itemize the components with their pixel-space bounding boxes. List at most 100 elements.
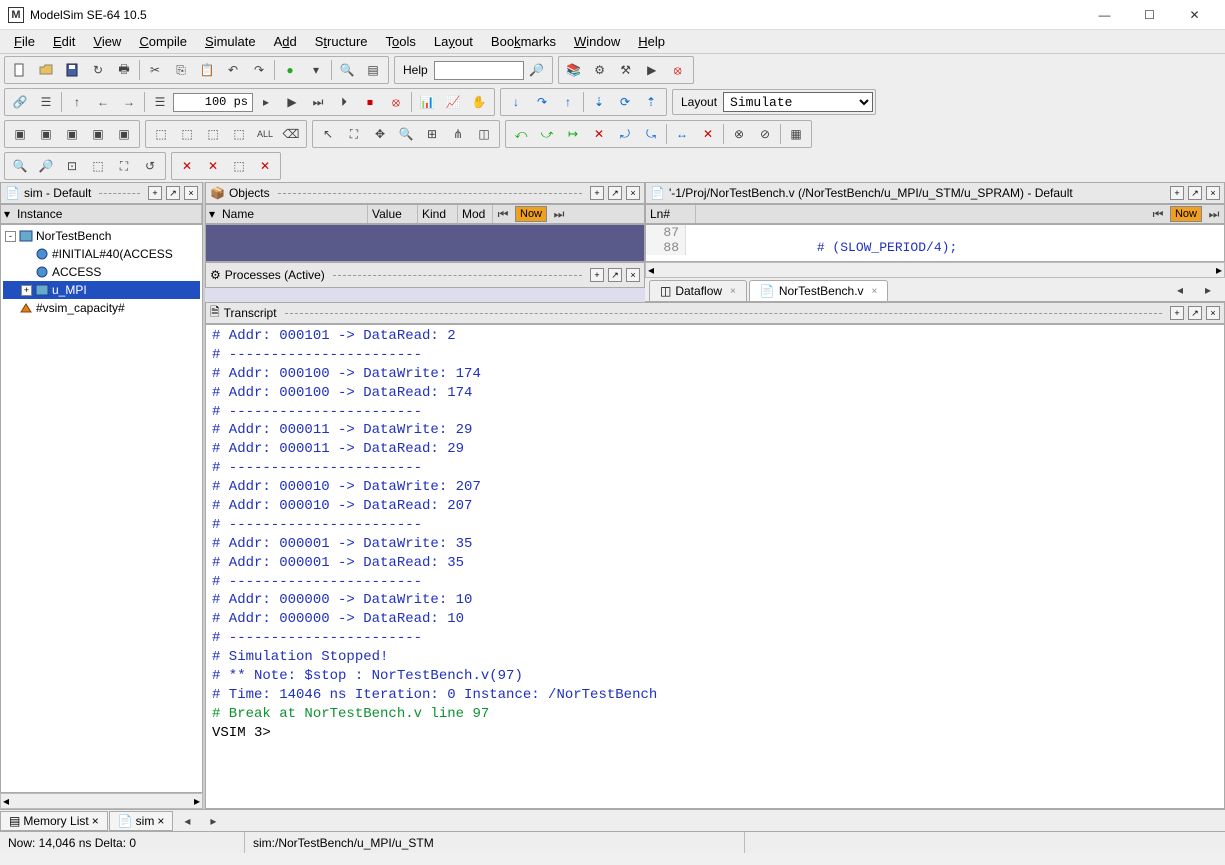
source-hscroll[interactable]: ◂▸ xyxy=(645,262,1225,278)
find-button[interactable]: 🔍 xyxy=(335,59,359,81)
menu-help[interactable]: Help xyxy=(630,32,673,51)
transcript-undock-button[interactable]: ↗ xyxy=(1188,306,1202,320)
tabs-scroll-right[interactable]: ▸ xyxy=(1196,279,1220,301)
step-over2-button[interactable]: ⟳ xyxy=(613,91,637,113)
run-list-button[interactable]: ☰ xyxy=(148,91,172,113)
step-into-button[interactable]: ↓ xyxy=(504,91,528,113)
add-item-button[interactable]: ● xyxy=(278,59,302,81)
cov2-button[interactable]: ▣ xyxy=(34,123,58,145)
sim-tree-item[interactable]: -NorTestBench xyxy=(3,227,200,245)
tab-dataflow[interactable]: ◫Dataflow× xyxy=(649,280,747,301)
break-sim-button[interactable]: ⦻ xyxy=(384,91,408,113)
library-button[interactable]: 📚 xyxy=(562,59,586,81)
tree-expand-icon[interactable]: - xyxy=(5,231,16,242)
cut-button[interactable]: ✂ xyxy=(143,59,167,81)
step-over-button[interactable]: ↷ xyxy=(530,91,554,113)
cov4-button[interactable]: ▣ xyxy=(86,123,110,145)
undo-button[interactable]: ↶ xyxy=(221,59,245,81)
sim-close-button[interactable]: × xyxy=(184,186,198,200)
help-search-input[interactable] xyxy=(434,61,524,80)
compile-all-button[interactable]: ⚒ xyxy=(614,59,638,81)
source-ln-col[interactable]: Ln# xyxy=(646,205,696,223)
sel4-button[interactable]: ⬚ xyxy=(227,123,251,145)
processes-undock-button[interactable]: ↗ xyxy=(608,268,622,282)
source-undock-button[interactable]: ↗ xyxy=(1188,186,1202,200)
open-button[interactable] xyxy=(34,59,58,81)
del2-button[interactable]: ✕ xyxy=(201,155,225,177)
nav-back-button[interactable]: ← xyxy=(91,91,115,113)
menu-view[interactable]: View xyxy=(85,32,129,51)
new-file-button[interactable] xyxy=(8,59,32,81)
edge5-button[interactable]: ⤾ xyxy=(613,123,637,145)
grid-button[interactable]: ⊞ xyxy=(420,123,444,145)
source-close-button[interactable]: × xyxy=(1206,186,1220,200)
print-button[interactable]: 🖶 xyxy=(112,59,136,81)
net-button[interactable]: ◫ xyxy=(472,123,496,145)
edge7-button[interactable]: ↔ xyxy=(670,123,694,145)
menu-structure[interactable]: Structure xyxy=(307,32,376,51)
objects-undock-button[interactable]: ↗ xyxy=(608,186,622,200)
simulate-button[interactable]: ▶ xyxy=(640,59,664,81)
objects-value-col[interactable]: Value xyxy=(368,205,418,223)
tree-expand-icon[interactable]: + xyxy=(21,285,32,296)
copy-button[interactable]: ⎘ xyxy=(169,59,193,81)
zoom-last-button[interactable]: ↺ xyxy=(138,155,162,177)
objects-prev-button[interactable]: ⏮ xyxy=(494,203,512,225)
zoom-fit-button[interactable]: ⊡ xyxy=(60,155,84,177)
cursor-button[interactable]: ↖ xyxy=(316,123,340,145)
stop-button[interactable]: ⏹ xyxy=(358,91,382,113)
source-add-button[interactable]: + xyxy=(1170,186,1184,200)
nav-up-button[interactable]: ↑ xyxy=(65,91,89,113)
objects-name-col[interactable]: Name xyxy=(218,205,368,223)
wave2-button[interactable]: 📈 xyxy=(441,91,465,113)
source-prev-button[interactable]: ⏮ xyxy=(1149,203,1167,225)
menu-window[interactable]: Window xyxy=(566,32,628,51)
zoom-in-button[interactable]: 🔍 xyxy=(8,155,32,177)
time-unit-icon[interactable]: ▸ xyxy=(254,91,278,113)
objects-next-button[interactable]: ⏭ xyxy=(550,203,568,225)
step-out-button[interactable]: ↑ xyxy=(556,91,580,113)
objects-close-button[interactable]: × xyxy=(626,186,640,200)
help-go-button[interactable]: 🔎 xyxy=(525,59,549,81)
menu-tools[interactable]: Tools xyxy=(378,32,424,51)
sim-undock-button[interactable]: ↗ xyxy=(166,186,180,200)
sel-all-button[interactable]: ALL xyxy=(253,123,277,145)
menu-add[interactable]: Add xyxy=(266,32,305,51)
edge6-button[interactable]: ⤿ xyxy=(639,123,663,145)
tab-sim[interactable]: 📄sim× xyxy=(109,811,174,831)
objects-now-button[interactable]: Now xyxy=(515,206,547,222)
objects-kind-col[interactable]: Kind xyxy=(418,205,458,223)
transcript-add-button[interactable]: + xyxy=(1170,306,1184,320)
sim-tree-item[interactable]: #vsim_capacity# xyxy=(3,299,200,317)
menu-bookmarks[interactable]: Bookmarks xyxy=(483,32,564,51)
close-tab-icon[interactable]: × xyxy=(730,286,736,297)
paste-button[interactable]: 📋 xyxy=(195,59,219,81)
transcript-prompt[interactable]: VSIM 3> xyxy=(212,724,1218,743)
edge1-button[interactable]: ⤺ xyxy=(509,123,533,145)
objects-mode-col[interactable]: Mod xyxy=(458,205,493,223)
menu-edit[interactable]: Edit xyxy=(45,32,83,51)
compile-button[interactable]: ⚙ xyxy=(588,59,612,81)
tab-source[interactable]: 📄NorTestBench.v× xyxy=(749,280,889,301)
sim-tree-item[interactable]: #INITIAL#40(ACCESS xyxy=(3,245,200,263)
sim-hscroll[interactable]: ◂▸ xyxy=(0,793,203,809)
edge9-button[interactable]: ⊗ xyxy=(727,123,751,145)
map-button[interactable]: ▦ xyxy=(784,123,808,145)
close-tab-icon[interactable]: × xyxy=(872,286,878,297)
sel-clear-button[interactable]: ⌫ xyxy=(279,123,303,145)
source-body[interactable]: 8788 # (SLOW_PERIOD/4); xyxy=(645,224,1225,262)
sim-tree-item[interactable]: +u_MPI xyxy=(3,281,200,299)
cov1-button[interactable]: ▣ xyxy=(8,123,32,145)
menu-simulate[interactable]: Simulate xyxy=(197,32,264,51)
break-button[interactable]: ⦻ xyxy=(666,59,690,81)
cov5-button[interactable]: ▣ xyxy=(112,123,136,145)
sel3-button[interactable]: ⬚ xyxy=(201,123,225,145)
list-button[interactable]: ☰ xyxy=(34,91,58,113)
zoom-out-button[interactable]: 🔎 xyxy=(34,155,58,177)
bottom-scroll-right[interactable]: ▸ xyxy=(201,810,225,832)
hand-icon[interactable]: ✋ xyxy=(467,91,491,113)
cov3-button[interactable]: ▣ xyxy=(60,123,84,145)
transcript-close-button[interactable]: × xyxy=(1206,306,1220,320)
move-button[interactable]: ✥ xyxy=(368,123,392,145)
del1-button[interactable]: ✕ xyxy=(175,155,199,177)
